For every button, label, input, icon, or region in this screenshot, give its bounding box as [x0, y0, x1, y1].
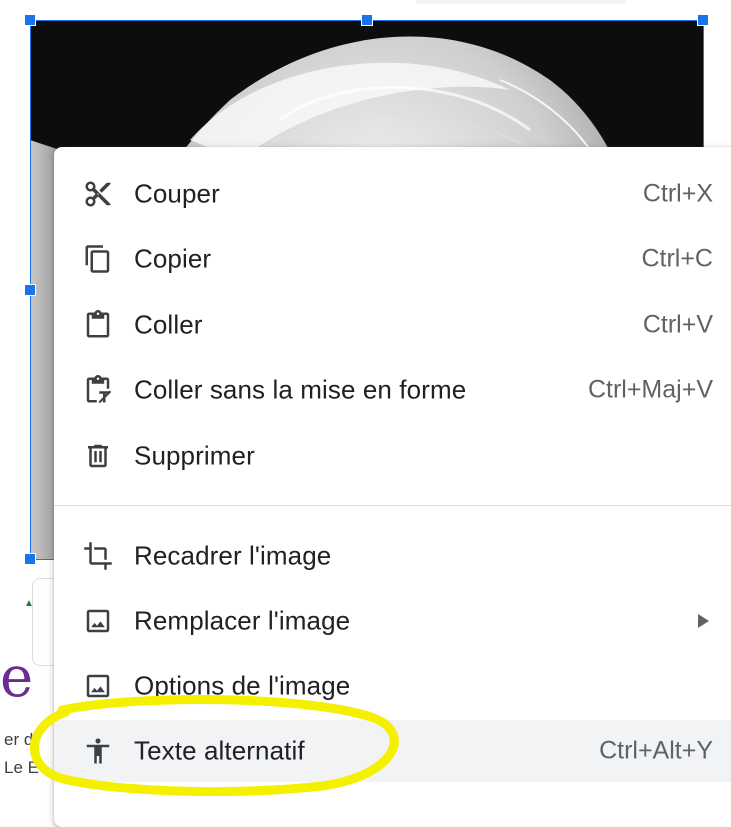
menu-item-cut[interactable]: Couper Ctrl+X — [54, 163, 731, 225]
clipboard-clear-format-icon — [80, 372, 116, 408]
menu-item-alt-text[interactable]: Texte alternatif Ctrl+Alt+Y — [54, 720, 731, 782]
resize-handle-top-left[interactable] — [24, 14, 36, 26]
menu-item-replace-image[interactable]: Remplacer l'image — [54, 590, 731, 652]
status-glyph: ▲ — [24, 598, 34, 609]
toolbar-edge — [416, 0, 626, 4]
menu-item-label: Options de l'image — [134, 670, 351, 701]
image-icon — [80, 668, 116, 704]
submenu-arrow-icon — [698, 614, 709, 628]
accessibility-icon — [80, 733, 116, 769]
resize-handle-left[interactable] — [24, 284, 36, 296]
crop-icon — [80, 538, 116, 574]
copy-icon — [80, 241, 116, 277]
menu-item-label: Texte alternatif — [134, 735, 305, 766]
menu-divider — [54, 505, 731, 506]
scissors-icon — [80, 176, 116, 212]
clipboard-icon — [80, 307, 116, 343]
menu-item-image-options[interactable]: Options de l'image — [54, 655, 731, 717]
trash-icon — [80, 438, 116, 474]
image-icon — [80, 603, 116, 639]
menu-item-label: Couper — [134, 178, 220, 209]
menu-item-label: Supprimer — [134, 440, 255, 471]
resize-handle-top[interactable] — [361, 14, 373, 26]
menu-item-copy[interactable]: Copier Ctrl+C — [54, 228, 731, 290]
document-glyph: e — [0, 645, 34, 710]
menu-item-label: Copier — [134, 243, 212, 274]
menu-item-shortcut: Ctrl+Alt+Y — [599, 736, 713, 765]
document-text-line-1: er d — [4, 730, 34, 749]
menu-item-shortcut: Ctrl+C — [641, 244, 713, 273]
menu-item-shortcut: Ctrl+Maj+V — [587, 375, 713, 404]
menu-item-paste[interactable]: Coller Ctrl+V — [54, 294, 731, 356]
document-text-line-2: Le E — [4, 758, 39, 777]
menu-item-label: Coller — [134, 309, 203, 340]
menu-item-paste-without-formatting[interactable]: Coller sans la mise en forme Ctrl+Maj+V — [54, 359, 731, 421]
menu-item-delete[interactable]: Supprimer — [54, 425, 731, 487]
resize-handle-top-right[interactable] — [697, 14, 709, 26]
menu-item-shortcut: Ctrl+V — [642, 310, 713, 339]
menu-item-shortcut: Ctrl+X — [642, 179, 713, 208]
menu-item-label: Coller sans la mise en forme — [134, 374, 467, 405]
menu-item-label: Remplacer l'image — [134, 605, 351, 636]
context-menu: Couper Ctrl+X Copier Ctrl+C Coller Ctrl+… — [54, 147, 731, 827]
menu-item-label: Recadrer l'image — [134, 540, 332, 571]
resize-handle-bottom-left[interactable] — [24, 553, 36, 565]
menu-item-crop-image[interactable]: Recadrer l'image — [54, 525, 731, 587]
